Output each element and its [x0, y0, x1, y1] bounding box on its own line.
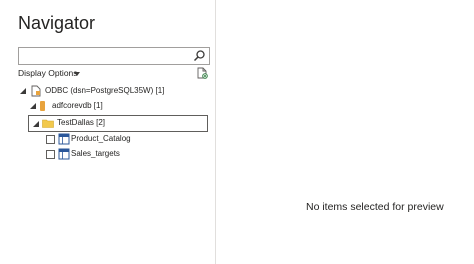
odbc-source-icon: [31, 85, 41, 97]
tree-item-database[interactable]: adfcorevdb [1]: [28, 99, 208, 113]
search-icon[interactable]: [193, 49, 206, 62]
search-input[interactable]: [18, 47, 210, 65]
navigator-pane: Navigator Display Options ODBC (dsn=Post…: [0, 0, 214, 264]
page-title: Navigator: [18, 13, 96, 33]
pane-divider: [215, 0, 216, 264]
preview-empty-message: No items selected for preview: [306, 201, 444, 213]
tree-item-label: ODBC (dsn=PostgreSQL35W) [1]: [45, 86, 165, 95]
table-icon: [58, 148, 70, 160]
tree-item-label: TestDallas [2]: [57, 118, 106, 127]
table-icon: [58, 133, 70, 145]
tree-item-table[interactable]: Sales_targets: [46, 147, 206, 161]
tree-item-label: adfcorevdb [1]: [52, 101, 103, 110]
database-icon: [40, 101, 45, 111]
table-checkbox[interactable]: [46, 150, 55, 159]
tree-item-table[interactable]: Product_Catalog: [46, 132, 206, 146]
expanded-triangle-icon[interactable]: [33, 121, 39, 127]
chevron-down-icon[interactable]: [74, 72, 80, 76]
display-options-dropdown[interactable]: Display Options: [18, 68, 78, 78]
folder-icon: [42, 119, 54, 128]
expanded-triangle-icon[interactable]: [30, 103, 36, 109]
table-checkbox[interactable]: [46, 135, 55, 144]
tree-item-label: Product_Catalog: [71, 134, 131, 143]
expanded-triangle-icon[interactable]: [20, 88, 26, 94]
new-query-icon[interactable]: [196, 67, 208, 79]
tree-item-odbc[interactable]: ODBC (dsn=PostgreSQL35W) [1]: [18, 84, 208, 98]
tree-item-schema[interactable]: TestDallas [2]: [28, 115, 208, 132]
tree-item-label: Sales_targets: [71, 149, 120, 158]
